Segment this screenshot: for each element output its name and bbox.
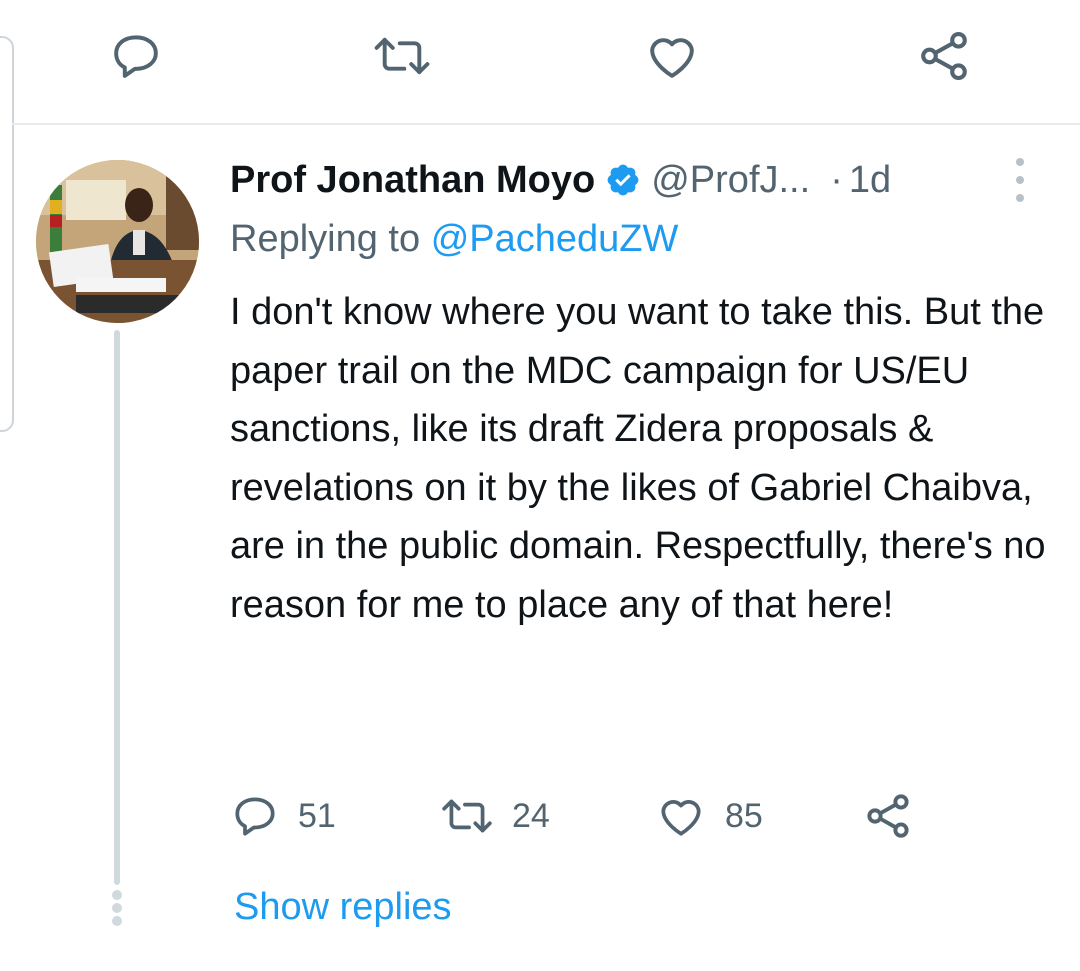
reply-icon[interactable] <box>104 24 168 88</box>
timestamp[interactable]: 1d <box>849 159 891 202</box>
tweet-text: I don't know where you want to take this… <box>230 291 1046 626</box>
reply-button[interactable]: 51 <box>230 785 336 847</box>
thread-continuation-dots <box>110 890 124 929</box>
author-name[interactable]: Prof Jonathan Moyo <box>230 159 595 202</box>
share-button[interactable] <box>862 785 914 847</box>
tweet-divider <box>12 123 1080 125</box>
reply-count: 51 <box>298 796 336 835</box>
retweet-icon <box>442 799 492 833</box>
verified-badge-icon <box>605 162 641 198</box>
more-options-icon[interactable] <box>1010 158 1030 202</box>
reply-icon <box>235 797 275 836</box>
like-count: 85 <box>725 796 763 835</box>
like-button[interactable]: 85 <box>655 785 763 847</box>
heart-icon <box>661 800 701 836</box>
retweet-count: 24 <box>512 796 550 835</box>
share-icon[interactable] <box>912 24 976 88</box>
thread-line <box>114 330 120 885</box>
replying-to: Replying to @PacheduZW <box>230 218 678 261</box>
author-handle[interactable]: @ProfJ... <box>651 159 810 202</box>
retweet-button[interactable]: 24 <box>440 785 550 847</box>
retweet-icon[interactable] <box>370 24 434 88</box>
tweet-actions: 51 24 85 <box>230 785 950 847</box>
replying-to-mention[interactable]: @PacheduZW <box>431 218 679 260</box>
heart-icon[interactable] <box>640 24 704 88</box>
separator-dot: · <box>830 158 843 201</box>
replying-to-label: Replying to <box>230 218 421 260</box>
show-replies-link[interactable]: Show replies <box>234 886 452 929</box>
share-icon <box>867 794 909 838</box>
previous-tweet-actions <box>0 0 1080 124</box>
tweet-header: Prof Jonathan Moyo @ProfJ... · 1d <box>230 150 891 210</box>
avatar[interactable] <box>36 160 199 323</box>
